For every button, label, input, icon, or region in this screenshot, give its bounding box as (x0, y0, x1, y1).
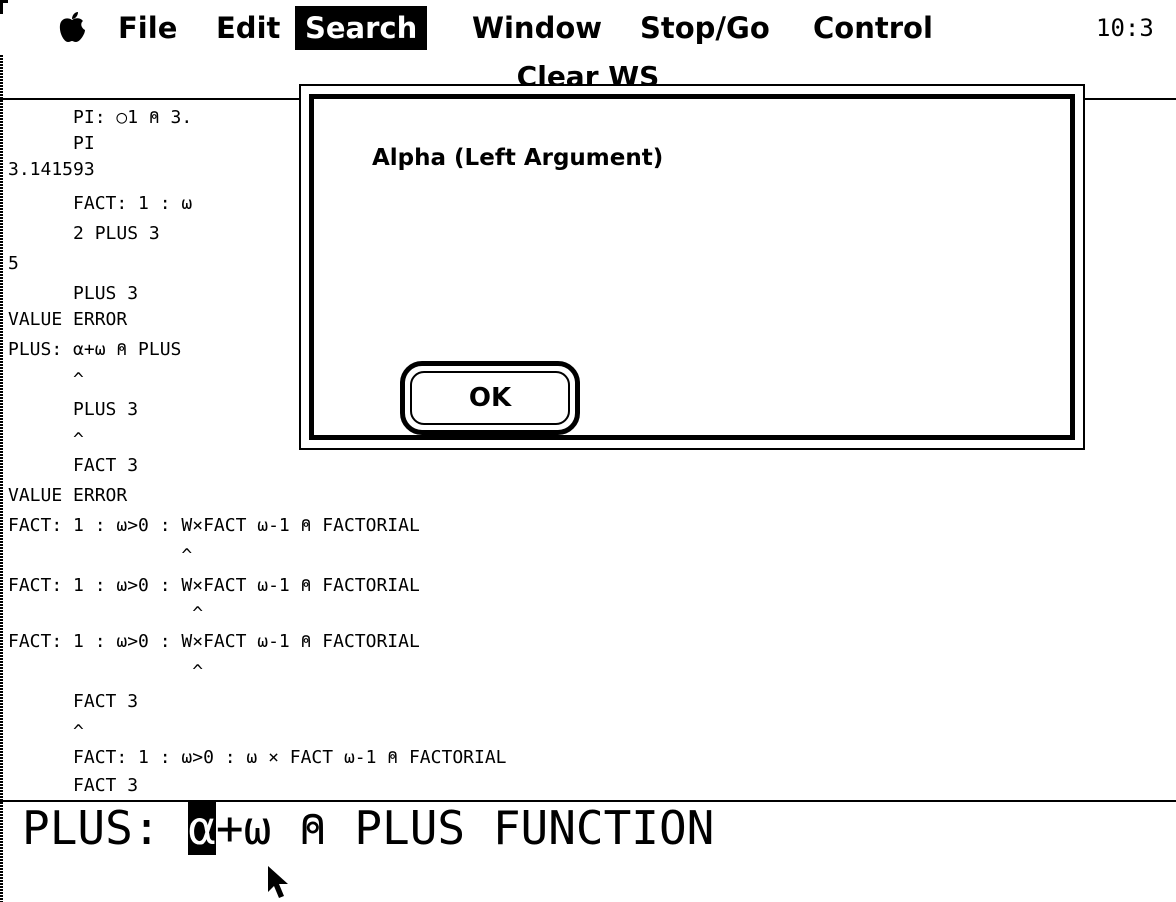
alert-dialog: Alpha (Left Argument) OK (299, 84, 1085, 450)
menu-clock: 10:3 (1096, 14, 1154, 42)
ok-button[interactable]: OK (410, 371, 570, 425)
session-line: ^ (8, 369, 84, 390)
menu-edit[interactable]: Edit (206, 6, 290, 50)
dialog-frame: Alpha (Left Argument) OK (309, 94, 1075, 440)
session-line: 3.141593 (8, 159, 95, 180)
session-line: PLUS 3 (8, 283, 139, 304)
menu-search[interactable]: Search (295, 6, 428, 50)
session-line: FACT 3 (8, 775, 139, 796)
session-line: FACT: 1 : ω (8, 193, 193, 214)
dialog-message: Alpha (Left Argument) (372, 145, 664, 171)
edit-line-prefix: PLUS: (22, 801, 189, 855)
session-line: ^ (8, 721, 84, 742)
window-left-border (0, 55, 3, 902)
session-line: 2 PLUS 3 (8, 223, 160, 244)
default-button-ring: OK (400, 361, 580, 435)
session-line: FACT: 1 : ω>0 : W×FACT ω-1 ⍝ FACTORIAL (8, 515, 420, 536)
session-line: PLUS: α+ω ⍝ PLUS (8, 339, 182, 360)
menu-window[interactable]: Window (462, 6, 612, 50)
menu-bar: File Edit Search Window Stop/Go Control … (0, 0, 1176, 55)
apple-icon[interactable] (58, 11, 86, 44)
session-line: FACT: 1 : ω>0 : W×FACT ω-1 ⍝ FACTORIAL (8, 575, 420, 596)
session-line: PLUS 3 (8, 399, 139, 420)
screen-corner (0, 0, 8, 14)
session-line: ^ (8, 545, 193, 566)
session-line: PI (8, 133, 95, 154)
session-line: FACT: 1 : ω>0 : ω × FACT ω-1 ⍝ FACTORIAL (8, 747, 507, 768)
edit-line[interactable]: PLUS: α+ω ⍝ PLUS FUNCTION (22, 800, 714, 856)
session-line: ^ (8, 661, 204, 682)
session-line: 5 (8, 253, 19, 274)
session-line: VALUE ERROR (8, 485, 128, 506)
session-line: FACT 3 (8, 455, 139, 476)
session-line: ^ (8, 603, 204, 624)
menu-stop-go[interactable]: Stop/Go (630, 6, 780, 50)
menu-control[interactable]: Control (803, 6, 943, 50)
session-line: PI: ○1 ⍝ 3. (8, 107, 193, 128)
edit-line-suffix: +ω ⍝ PLUS FUNCTION (215, 801, 715, 855)
mouse-pointer-icon (268, 866, 288, 898)
session-line: FACT: 1 : ω>0 : W×FACT ω-1 ⍝ FACTORIAL (8, 631, 420, 652)
menu-file[interactable]: File (108, 6, 187, 50)
session-line: ^ (8, 429, 84, 450)
session-line: FACT 3 (8, 691, 139, 712)
session-line: VALUE ERROR (8, 309, 128, 330)
text-cursor: α (188, 801, 216, 855)
